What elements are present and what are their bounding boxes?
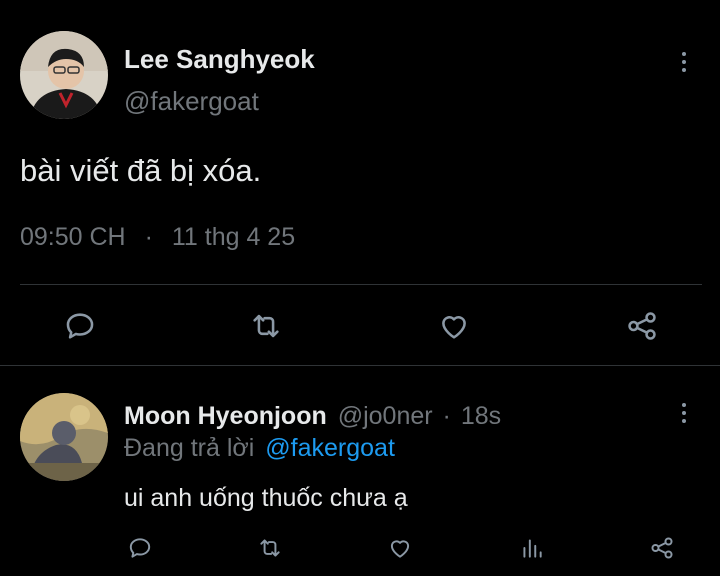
reply-retweet-button[interactable] [250, 528, 290, 568]
reply-icon [66, 313, 94, 339]
author-handle[interactable]: @fakergoat [124, 86, 259, 117]
reply-like-button[interactable] [380, 528, 420, 568]
more-vertical-icon [682, 403, 686, 407]
replying-to-handle-link[interactable]: @fakergoat [265, 434, 395, 462]
like-button[interactable] [434, 306, 474, 346]
heart-icon [390, 540, 410, 558]
reply-author-avatar[interactable] [20, 393, 108, 481]
retweet-icon [260, 539, 280, 557]
more-vertical-icon [682, 52, 686, 56]
share-icon [628, 312, 656, 340]
reply-more-options-button[interactable] [672, 397, 696, 429]
more-options-button[interactable] [672, 46, 696, 78]
reply-text: ui anh uống thuốc chưa ạ [124, 484, 408, 512]
reply-reply-button[interactable] [120, 528, 160, 568]
reply-author-handle[interactable]: @jo0ner [338, 402, 433, 430]
reply-age[interactable]: 18s [461, 402, 501, 430]
tweet-date[interactable]: 11 thg 4 25 [172, 223, 295, 251]
replying-to-label: Đang trả lời [124, 434, 255, 462]
retweet-button[interactable] [246, 306, 286, 346]
retweet-icon [253, 314, 279, 338]
analytics-icon [523, 539, 542, 558]
divider-bottom [0, 365, 720, 366]
separator-dot: · [442, 402, 451, 430]
author-avatar[interactable] [20, 31, 108, 119]
separator-dot: · [144, 223, 153, 251]
reply-share-button[interactable] [642, 528, 682, 568]
tweet-timestamp: 09:50 CH · 11 thg 4 25 [20, 223, 295, 252]
heart-icon [442, 316, 466, 339]
reply-icon [129, 538, 151, 558]
tweet-time[interactable]: 09:50 CH [20, 223, 126, 251]
reply-author-display-name[interactable]: Moon Hyeonjoon [124, 402, 327, 430]
author-display-name[interactable]: Lee Sanghyeok [124, 44, 315, 75]
reply-header: Moon Hyeonjoon @jo0ner · 18s [124, 402, 501, 431]
share-button[interactable] [622, 306, 662, 346]
divider-top [20, 284, 702, 285]
reply-button[interactable] [60, 306, 100, 346]
share-icon [651, 537, 673, 559]
tweet-text: bài viết đã bị xóa. [20, 153, 262, 188]
reply-analytics-button[interactable] [512, 528, 552, 568]
replying-to-line: Đang trả lời @fakergoat [124, 434, 395, 463]
